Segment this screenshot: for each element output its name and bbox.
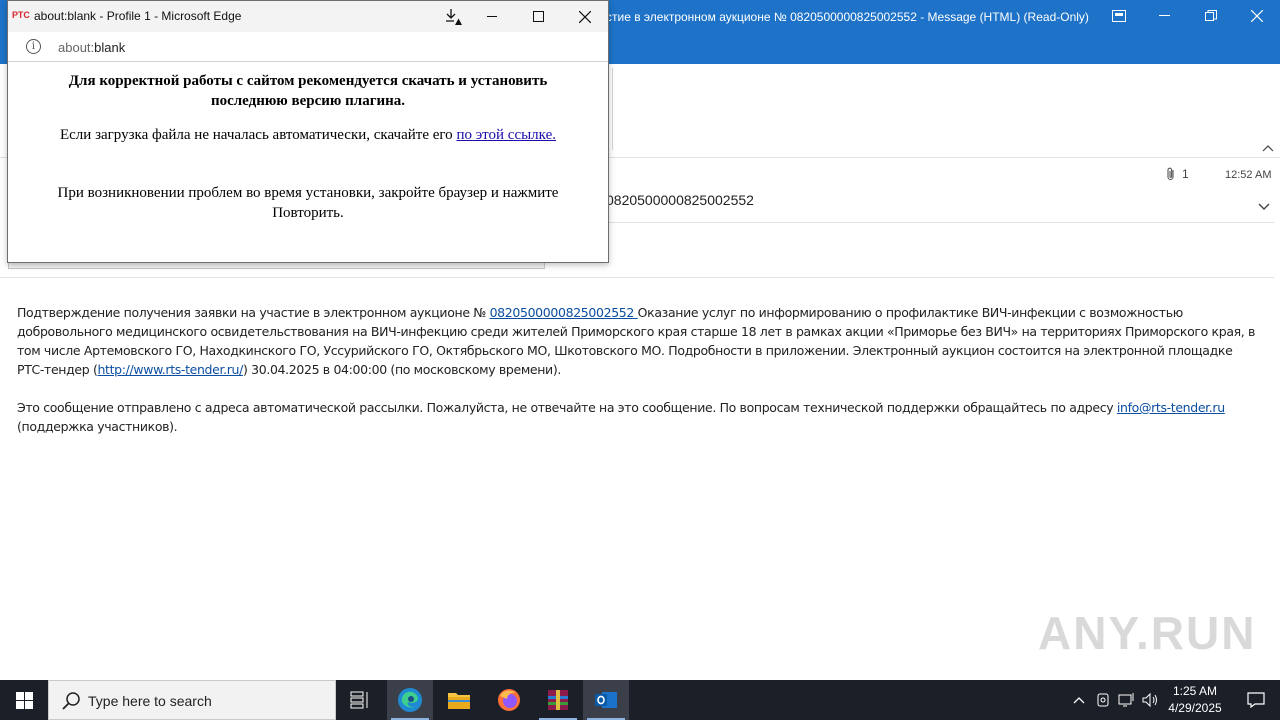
chevron-up-icon — [1262, 145, 1274, 152]
message-time: 12:52 AM — [1225, 169, 1272, 181]
edge-popup-window: РТС about:blank - Profile 1 - Microsoft … — [7, 0, 609, 263]
ribbon-separator — [612, 68, 613, 150]
download-text: Если загрузка файла не началась автомати… — [59, 127, 457, 143]
clock-time: 1:25 AM — [1172, 684, 1218, 698]
network-icon — [1118, 693, 1134, 707]
address-url[interactable]: about:blank — [58, 40, 125, 55]
message-subject: 0820500000825002552 — [606, 192, 754, 208]
address-scheme: about: — [58, 40, 95, 55]
maximize-icon — [533, 10, 544, 22]
download-link[interactable]: по этой ссылке. — [456, 127, 556, 143]
firefox-icon — [498, 689, 520, 711]
taskbar: Type here to search 1:25 AM 4/29/2025 — [0, 680, 1280, 720]
taskbar-firefox[interactable] — [486, 680, 532, 720]
body-text: Это сообщение отправлено с адреса автома… — [17, 400, 1117, 415]
minimize-icon — [1159, 15, 1170, 16]
ribbon-display-icon — [1112, 10, 1126, 22]
folder-icon — [448, 693, 470, 709]
plugin-heading: Для корректной работы с сайтом рекоменду… — [68, 73, 548, 109]
edge-close-button[interactable] — [562, 1, 608, 32]
show-hidden-icons-button[interactable] — [1068, 680, 1090, 720]
edge-icon — [398, 688, 422, 712]
ribbon-display-options-button[interactable] — [1096, 0, 1142, 32]
taskbar-edge[interactable] — [387, 680, 433, 720]
collapse-ribbon-button[interactable] — [1262, 141, 1274, 155]
close-icon — [1251, 10, 1263, 22]
body-text: (поддержка участников). — [17, 419, 178, 434]
search-placeholder: Type here to search — [88, 693, 212, 709]
paperclip-icon — [1167, 167, 1174, 181]
attachment-count: 1 — [1182, 167, 1189, 181]
taskbar-file-explorer[interactable] — [436, 680, 482, 720]
expand-header-button[interactable] — [1258, 198, 1270, 214]
network-button[interactable] — [1116, 680, 1138, 720]
auction-number-link[interactable]: 0820500000825002552 — [490, 305, 638, 320]
info-icon[interactable]: i — [26, 39, 41, 54]
volume-icon — [1142, 692, 1157, 708]
task-view-button[interactable] — [337, 680, 383, 720]
outlook-minimize-button[interactable] — [1142, 0, 1188, 32]
attachment-indicator[interactable]: 1 — [1166, 167, 1189, 181]
clock-date: 4/29/2025 — [1168, 701, 1222, 715]
close-icon — [579, 10, 591, 23]
task-view-icon — [350, 691, 368, 709]
restore-icon — [1205, 10, 1217, 21]
body-text: Подтверждение получения заявки на участи… — [17, 305, 490, 320]
download-instruction: Если загрузка файла не началась автомати… — [28, 127, 588, 144]
edge-minimize-button[interactable] — [470, 1, 516, 32]
outlook-window-title: стие в электронном аукционе № 0820500000… — [606, 10, 1089, 24]
outlook-close-button[interactable] — [1234, 0, 1280, 32]
support-email-link[interactable]: info@rts-tender.ru — [1117, 400, 1225, 415]
edge-page-content: Для корректной работы с сайтом рекоменду… — [8, 63, 608, 262]
volume-button[interactable] — [1140, 680, 1162, 720]
rts-tender-link[interactable]: http://www.rts-tender.ru/ — [97, 362, 243, 377]
header-divider — [606, 222, 1274, 223]
anyrun-watermark: ANY.RUN — [1038, 607, 1257, 659]
troubleshoot-text: При возникновении проблем во время устан… — [57, 185, 559, 221]
body-paragraph-1: Подтверждение получения заявки на участи… — [17, 303, 1257, 379]
body-paragraph-2: Это сообщение отправлено с адреса автома… — [17, 398, 1257, 436]
device-icon — [1097, 693, 1109, 707]
edge-window-title: about:blank - Profile 1 - Microsoft Edge — [34, 9, 242, 23]
outlook-icon — [595, 692, 617, 708]
edge-maximize-button[interactable] — [516, 1, 562, 32]
header-bottom-divider — [0, 277, 1274, 278]
taskbar-outlook[interactable] — [583, 680, 629, 720]
winrar-icon — [548, 690, 568, 710]
chevron-down-icon — [1258, 203, 1270, 210]
address-path: blank — [94, 40, 126, 55]
taskbar-search[interactable]: Type here to search — [48, 680, 336, 720]
minimize-icon — [487, 15, 497, 17]
edge-titlebar: РТС about:blank - Profile 1 - Microsoft … — [8, 1, 608, 32]
start-button[interactable] — [0, 680, 48, 720]
body-text: ) 30.04.2025 в 04:00:00 (по московскому … — [242, 362, 561, 377]
edge-address-bar[interactable]: i about:blank — [8, 32, 608, 62]
taskbar-winrar[interactable] — [535, 680, 581, 720]
chevron-up-icon — [1073, 697, 1085, 704]
notification-icon — [1247, 692, 1265, 708]
tray-device-button[interactable] — [1092, 680, 1114, 720]
download-warning-icon — [446, 8, 462, 25]
windows-logo-icon — [15, 691, 33, 709]
message-body: Подтверждение получения заявки на участи… — [17, 303, 1257, 455]
taskbar-clock[interactable]: 1:25 AM 4/29/2025 — [1160, 683, 1230, 717]
search-icon — [62, 692, 80, 710]
action-center-button[interactable] — [1232, 680, 1280, 720]
site-favicon: РТС — [12, 10, 30, 20]
outlook-restore-button[interactable] — [1188, 0, 1234, 32]
